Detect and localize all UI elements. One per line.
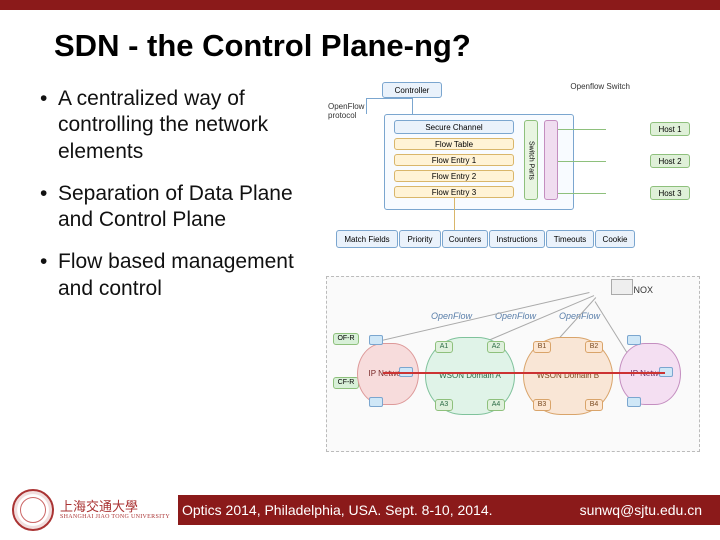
ofr-node: OF-R bbox=[333, 333, 359, 345]
field-timeouts: Timeouts bbox=[546, 230, 594, 248]
cfr-node: CF-R bbox=[333, 377, 359, 389]
host-box: Host 1 bbox=[650, 122, 690, 136]
bullet-item: A centralized way of controlling the net… bbox=[38, 86, 318, 165]
node-b1: B1 bbox=[533, 341, 551, 353]
node-a2: A2 bbox=[487, 341, 505, 353]
field-priority: Priority bbox=[399, 230, 441, 248]
router-icon bbox=[627, 397, 641, 407]
connector-line bbox=[454, 198, 455, 230]
node-a3: A3 bbox=[435, 399, 453, 411]
conference-info: Optics 2014, Philadelphia, USA. Sept. 8-… bbox=[182, 502, 493, 518]
flow-entry-fields-row: Match Fields Priority Counters Instructi… bbox=[336, 230, 635, 248]
connector-line bbox=[558, 161, 606, 162]
diagram-column: Controller OpenFlow protocol Openflow Sw… bbox=[326, 82, 700, 452]
secure-channel-box: Secure Channel bbox=[394, 120, 514, 134]
field-match: Match Fields bbox=[336, 230, 398, 248]
university-name: 上海交通大學 SHANGHAI JIAO TONG UNIVERSITY bbox=[60, 500, 170, 520]
university-name-cn: 上海交通大學 bbox=[60, 500, 170, 514]
footer-bar: Optics 2014, Philadelphia, USA. Sept. 8-… bbox=[178, 495, 720, 525]
node-b2: B2 bbox=[585, 341, 603, 353]
field-counters: Counters bbox=[442, 230, 488, 248]
nox-label: NOX bbox=[633, 285, 653, 295]
connector-line bbox=[366, 98, 367, 114]
content-area: A centralized way of controlling the net… bbox=[0, 82, 720, 452]
university-logo: 上海交通大學 SHANGHAI JIAO TONG UNIVERSITY bbox=[12, 489, 170, 531]
router-icon bbox=[369, 335, 383, 345]
openflow-switch-diagram: Controller OpenFlow protocol Openflow Sw… bbox=[326, 82, 700, 270]
network-domains-diagram: NOX OpenFlow OpenFlow OpenFlow OF-R CF-R… bbox=[326, 276, 700, 452]
switch-parts-box: Switch Parts bbox=[524, 120, 538, 200]
host-box: Host 2 bbox=[650, 154, 690, 168]
host-box: Host 3 bbox=[650, 186, 690, 200]
bullet-item: Separation of Data Plane and Control Pla… bbox=[38, 181, 318, 234]
connector-line bbox=[558, 129, 606, 130]
field-cookie: Cookie bbox=[595, 230, 635, 248]
connector-line bbox=[412, 98, 413, 114]
flow-entry-box: Flow Entry 2 bbox=[394, 170, 514, 182]
flow-table-box: Flow Table bbox=[394, 138, 514, 150]
slide-top-bar bbox=[0, 0, 720, 10]
node-b4: B4 bbox=[585, 399, 603, 411]
node-a1: A1 bbox=[435, 341, 453, 353]
node-a4: A4 bbox=[487, 399, 505, 411]
flow-entry-box: Flow Entry 3 bbox=[394, 186, 514, 198]
author-email: sunwq@sjtu.edu.cn bbox=[580, 502, 702, 518]
university-name-en: SHANGHAI JIAO TONG UNIVERSITY bbox=[60, 514, 170, 520]
dashed-line bbox=[377, 292, 590, 342]
router-icon bbox=[627, 335, 641, 345]
university-seal-icon bbox=[12, 489, 54, 531]
field-instructions: Instructions bbox=[489, 230, 545, 248]
connector-line bbox=[558, 193, 606, 194]
slide-title: SDN - the Control Plane-ng? bbox=[0, 10, 720, 82]
bullet-list: A centralized way of controlling the net… bbox=[38, 82, 318, 452]
node-b3: B3 bbox=[533, 399, 551, 411]
router-icon bbox=[369, 397, 383, 407]
flow-entry-box: Flow Entry 1 bbox=[394, 154, 514, 166]
path-line bbox=[383, 372, 665, 374]
connector-line bbox=[366, 98, 412, 99]
slide-footer: 上海交通大學 SHANGHAI JIAO TONG UNIVERSITY Opt… bbox=[0, 480, 720, 540]
switch-label: Openflow Switch bbox=[570, 82, 630, 91]
bullet-item: Flow based management and control bbox=[38, 249, 318, 302]
switch-ports-box bbox=[544, 120, 558, 200]
controller-box: Controller bbox=[382, 82, 442, 98]
nox-server-icon bbox=[611, 279, 633, 295]
